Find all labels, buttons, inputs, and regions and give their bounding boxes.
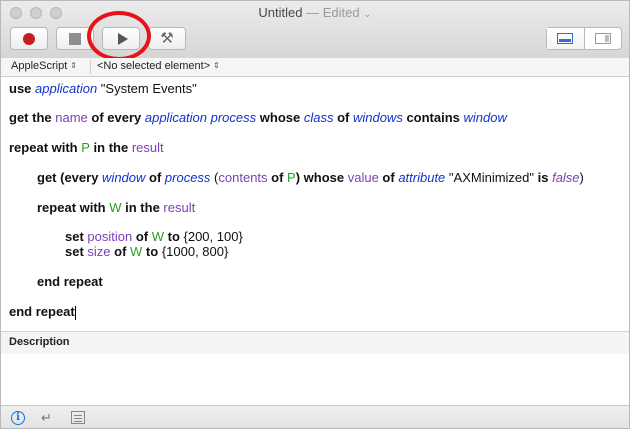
compile-button[interactable]: ⚒ bbox=[148, 27, 186, 50]
description-field[interactable] bbox=[1, 354, 629, 405]
script-editor-window: Untitled — Edited ⌄ ⚒ AppleScript ⇕ <No … bbox=[0, 0, 630, 429]
bottom-toolbar: i ↵ bbox=[1, 405, 629, 428]
text-caret bbox=[74, 305, 76, 320]
updown-chevron-icon: ⇕ bbox=[70, 61, 77, 70]
code-token: P bbox=[287, 170, 296, 185]
language-popup[interactable]: AppleScript ⇕ bbox=[11, 60, 77, 72]
code-token: of bbox=[378, 170, 399, 185]
code-token: set bbox=[65, 244, 88, 259]
code-token: W bbox=[130, 244, 143, 259]
code-token: window bbox=[463, 110, 507, 125]
code-token: W bbox=[151, 229, 164, 244]
code-token: whose bbox=[256, 110, 304, 125]
code-token: size bbox=[87, 244, 111, 259]
code-token: application process bbox=[144, 110, 257, 125]
description-header: Description bbox=[1, 331, 629, 355]
script-editor[interactable]: use application "System Events" get the … bbox=[1, 77, 629, 331]
description-title: Description bbox=[9, 336, 70, 348]
title-chevron-icon: ⌄ bbox=[363, 9, 372, 20]
run-button-highlight-circle bbox=[87, 11, 151, 61]
titlebar: Untitled — Edited ⌄ ⚒ bbox=[1, 1, 629, 61]
code-token: name bbox=[55, 110, 88, 125]
code-line: get (every window of process (contents o… bbox=[37, 170, 584, 185]
window-title-text: Untitled bbox=[258, 5, 303, 20]
code-token: position bbox=[87, 229, 133, 244]
record-button[interactable] bbox=[10, 27, 48, 50]
code-token: use bbox=[9, 81, 36, 96]
show-bottom-pane-button[interactable] bbox=[547, 28, 584, 49]
code-token: result bbox=[131, 140, 164, 155]
code-token: ) bbox=[579, 170, 584, 185]
code-token: to bbox=[164, 229, 180, 244]
info-icon[interactable]: i bbox=[11, 411, 25, 425]
code-token: is bbox=[537, 170, 549, 185]
code-token: of bbox=[267, 170, 288, 185]
code-token: of bbox=[110, 244, 131, 259]
code-token: P bbox=[81, 140, 90, 155]
code-line: set position of W to {200, 100} bbox=[65, 229, 243, 244]
code-token: of bbox=[333, 110, 353, 125]
code-token: attribute bbox=[398, 170, 446, 185]
record-icon bbox=[23, 32, 35, 45]
code-token: "AXMinimized" bbox=[445, 170, 538, 185]
hammer-icon: ⚒ bbox=[160, 30, 174, 47]
stop-icon bbox=[69, 32, 81, 45]
code-token: of bbox=[145, 170, 165, 185]
code-token: false bbox=[552, 170, 580, 185]
code-token: contents bbox=[218, 170, 268, 185]
code-line: end repeat bbox=[9, 304, 76, 320]
code-token: get the bbox=[9, 110, 56, 125]
code-token: class bbox=[303, 110, 334, 125]
code-token: ) whose bbox=[295, 170, 348, 185]
code-line: get the name of every application proces… bbox=[9, 110, 507, 125]
updown-chevron-icon: ⇕ bbox=[213, 61, 220, 70]
code-token: repeat with bbox=[9, 140, 82, 155]
code-token: set bbox=[65, 229, 88, 244]
code-token: result bbox=[163, 200, 196, 215]
bottom-pane-icon bbox=[557, 33, 574, 44]
code-token: contains bbox=[402, 110, 464, 125]
code-token: end repeat bbox=[9, 304, 75, 319]
code-token: process bbox=[164, 170, 211, 185]
code-line: repeat with W in the result bbox=[37, 200, 195, 215]
element-label: <No selected element> bbox=[97, 60, 211, 72]
code-token: of every bbox=[87, 110, 145, 125]
code-token: repeat with bbox=[37, 200, 110, 215]
language-label: AppleScript bbox=[11, 60, 68, 72]
code-token: application bbox=[35, 81, 98, 96]
code-token: to bbox=[142, 244, 159, 259]
log-icon[interactable] bbox=[71, 411, 85, 424]
code-line: end repeat bbox=[37, 274, 103, 289]
element-popup[interactable]: <No selected element> ⇕ bbox=[97, 60, 220, 72]
code-line: set size of W to {1000, 800} bbox=[65, 244, 228, 259]
code-token: "System Events" bbox=[97, 81, 197, 96]
code-token: of bbox=[132, 229, 152, 244]
code-line: use application "System Events" bbox=[9, 81, 197, 96]
view-toggle-segmented-control bbox=[546, 27, 622, 50]
code-token: in the bbox=[121, 200, 164, 215]
code-token: {200, 100} bbox=[179, 229, 243, 244]
edited-status: — Edited bbox=[306, 5, 360, 20]
code-token: get (every bbox=[37, 170, 103, 185]
navigation-bar: AppleScript ⇕ <No selected element> ⇕ bbox=[1, 58, 629, 77]
code-token: {1000, 800} bbox=[158, 244, 229, 259]
side-pane-icon bbox=[594, 33, 611, 44]
code-token: end repeat bbox=[37, 274, 103, 289]
code-token: in the bbox=[89, 140, 132, 155]
code-token: W bbox=[109, 200, 122, 215]
code-token: value bbox=[347, 170, 379, 185]
nav-divider bbox=[90, 60, 91, 74]
code-token: window bbox=[102, 170, 146, 185]
show-side-pane-button[interactable] bbox=[583, 28, 622, 49]
reply-icon[interactable]: ↵ bbox=[41, 411, 52, 424]
code-line: repeat with P in the result bbox=[9, 140, 164, 155]
code-token: windows bbox=[352, 110, 403, 125]
